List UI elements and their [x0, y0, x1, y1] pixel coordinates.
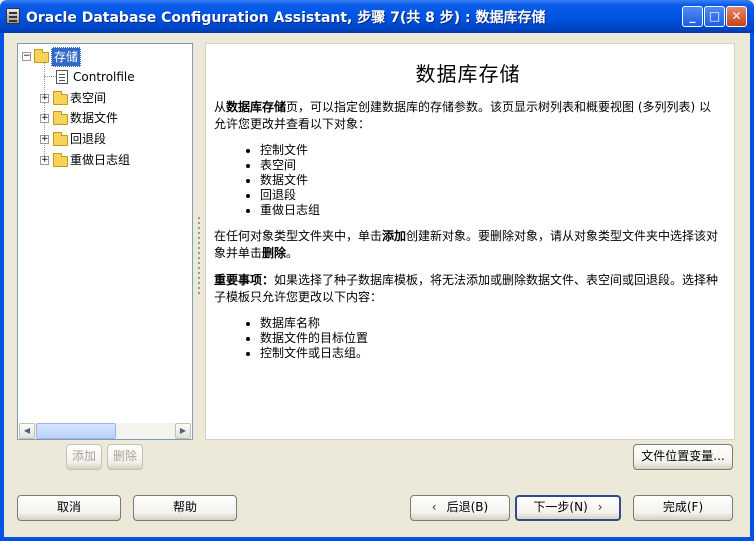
back-label: 后退(B): [446, 500, 489, 514]
next-button[interactable]: 下一步(N) ›: [515, 495, 621, 521]
cancel-button[interactable]: 取消: [17, 495, 121, 521]
tree-item-label: 重做日志组: [70, 153, 131, 167]
list-item: 数据文件: [260, 173, 722, 188]
important-text: 如果选择了种子数据库模板，将无法添加或删除数据文件、表空间或回退段。选择种子模板…: [214, 273, 719, 304]
scroll-left-icon[interactable]: ◀: [19, 423, 35, 439]
collapse-icon[interactable]: −: [22, 52, 31, 61]
window-frame-right: [750, 33, 754, 541]
para-bold: 删除: [262, 246, 287, 260]
expand-icon[interactable]: +: [40, 135, 49, 144]
folder-open-icon: [34, 49, 49, 63]
add-remove-paragraph: 在任何对象类型文件夹中，单击添加创建新对象。要删除对象，请从对象类型文件夹中选择…: [214, 228, 722, 262]
close-button[interactable]: ✕: [726, 6, 747, 27]
back-button[interactable]: ‹ 后退(B): [410, 495, 510, 521]
folder-icon: [53, 111, 68, 125]
help-content-panel: 数据库存储 从数据库存储页，可以指定创建数据库的存储参数。该页显示树列表和概要视…: [205, 43, 735, 440]
chevron-left-icon: ‹: [431, 500, 437, 514]
tree-item-datafiles[interactable]: + 数据文件: [40, 109, 180, 127]
object-list: 控制文件 表空间 数据文件 回退段 重做日志组: [214, 143, 722, 218]
window-frame-bottom: [0, 537, 754, 541]
panel-splitter[interactable]: [197, 215, 201, 295]
folder-icon: [53, 153, 68, 167]
finish-label: 完成(F): [662, 500, 704, 514]
list-item: 控制文件或日志组。: [260, 346, 722, 361]
scrollbar-thumb[interactable]: [36, 423, 116, 439]
add-button[interactable]: 添加: [66, 444, 102, 470]
important-label: 重要事项：: [214, 273, 275, 287]
minimize-button[interactable]: _: [682, 6, 703, 27]
seed-template-list: 数据库名称 数据文件的目标位置 控制文件或日志组。: [214, 316, 722, 361]
title-bar: Oracle Database Configuration Assistant,…: [0, 0, 754, 33]
app-icon: [6, 8, 20, 24]
tree-item-storage[interactable]: − 存储: [22, 47, 182, 67]
para-bold: 添加: [382, 229, 407, 243]
intro-text-b: 页，可以指定创建数据库的存储参数。该页显示树列表和概要视图 (多列列表) 以允许…: [214, 100, 712, 131]
maximize-button[interactable]: □: [704, 6, 725, 27]
expand-icon[interactable]: +: [40, 156, 49, 165]
para-text: 在任何对象类型文件夹中，单击: [214, 229, 383, 243]
file-location-variables-button[interactable]: 文件位置变量...: [633, 444, 733, 470]
tree-item-label: 表空间: [70, 91, 107, 105]
folder-icon: [53, 132, 68, 146]
list-item: 控制文件: [260, 143, 722, 158]
intro-paragraph: 从数据库存储页，可以指定创建数据库的存储参数。该页显示树列表和概要视图 (多列列…: [214, 99, 722, 133]
finish-button[interactable]: 完成(F): [633, 495, 733, 521]
tree-horizontal-scrollbar[interactable]: ◀ ▶: [19, 423, 191, 439]
intro-text-a: 从: [214, 100, 227, 114]
para-text: 。: [286, 246, 299, 260]
window-frame-left: [0, 33, 4, 541]
tree-item-label: 回退段: [70, 132, 107, 146]
list-item: 数据文件的目标位置: [260, 331, 722, 346]
tree-item-label: Controlfile: [73, 70, 135, 84]
tree-item-label: 数据文件: [70, 111, 119, 125]
tree-item-label: 存储: [51, 47, 82, 67]
tree-item-redo-log-groups[interactable]: + 重做日志组: [40, 151, 180, 169]
list-item: 重做日志组: [260, 203, 722, 218]
scroll-right-icon[interactable]: ▶: [175, 423, 191, 439]
important-paragraph: 重要事项：如果选择了种子数据库模板，将无法添加或删除数据文件、表空间或回退段。选…: [214, 272, 722, 306]
tree-item-rollback-segments[interactable]: + 回退段: [40, 130, 180, 148]
next-label: 下一步(N): [533, 500, 588, 514]
intro-bold: 数据库存储: [226, 100, 287, 114]
help-button[interactable]: 帮助: [133, 495, 237, 521]
chevron-right-icon: ›: [597, 500, 603, 514]
storage-tree[interactable]: − 存储 Controlfile + 表空间 + 数据文件 + 回退段 + 重做…: [17, 43, 193, 440]
controlfile-icon: [56, 70, 68, 84]
remove-button[interactable]: 删除: [107, 444, 143, 470]
expand-icon[interactable]: +: [40, 114, 49, 123]
tree-item-controlfile[interactable]: Controlfile: [40, 68, 180, 86]
list-item: 数据库名称: [260, 316, 722, 331]
folder-icon: [53, 91, 68, 105]
list-item: 回退段: [260, 188, 722, 203]
expand-icon[interactable]: +: [40, 94, 49, 103]
list-item: 表空间: [260, 158, 722, 173]
content-title: 数据库存储: [415, 62, 521, 86]
tree-item-tablespaces[interactable]: + 表空间: [40, 89, 180, 107]
window-title: Oracle Database Configuration Assistant,…: [26, 10, 546, 26]
